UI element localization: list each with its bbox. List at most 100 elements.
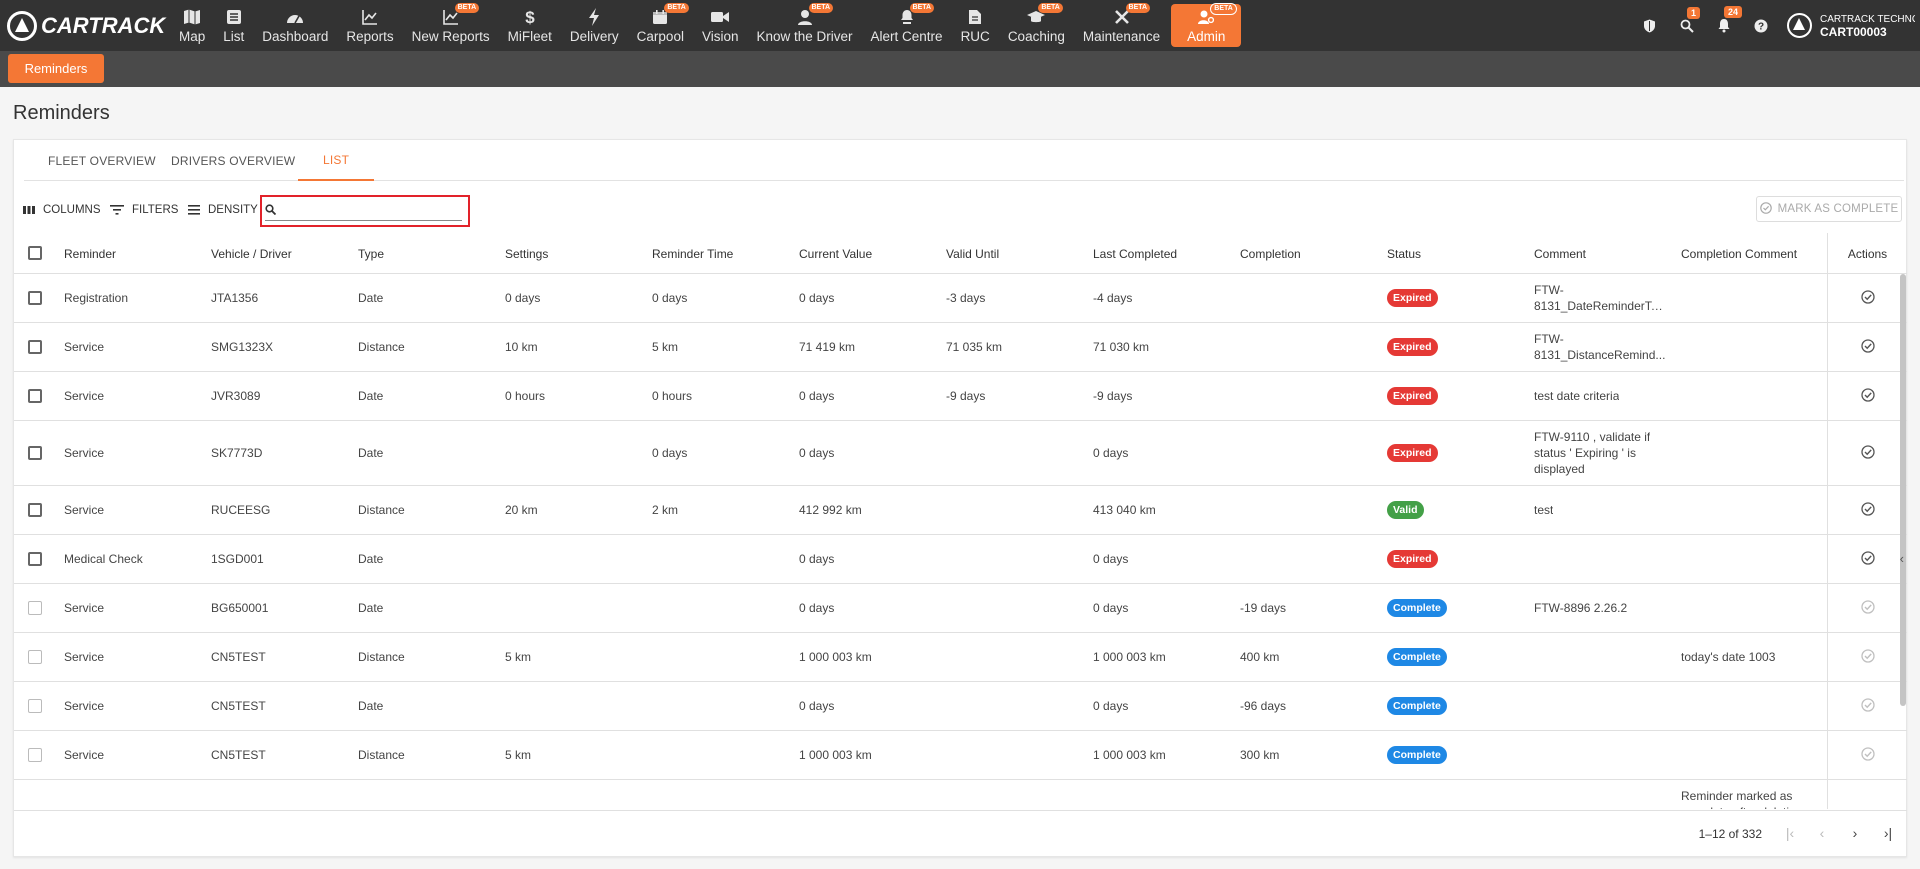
search-count-badge: 1 <box>1687 6 1701 19</box>
nav-item-mifleet[interactable]: $ MiFleet <box>499 0 561 51</box>
nav-item-know-the-driver[interactable]: BETA Know the Driver <box>747 0 861 51</box>
dashboard-icon <box>286 7 304 27</box>
next-page-icon[interactable]: › <box>1845 825 1865 841</box>
user-menu[interactable]: CARTRACK TECHNOL... CART00003 <box>1787 13 1915 39</box>
mark-complete-icon[interactable] <box>1860 599 1875 617</box>
column-header-type[interactable]: Type <box>358 233 384 274</box>
nav-item-delivery[interactable]: Delivery <box>561 0 628 51</box>
cartrack-logo[interactable]: CARTRACK <box>7 10 170 41</box>
column-header-vehicle-driver[interactable]: Vehicle / Driver <box>211 233 292 274</box>
column-header-comment[interactable]: Comment <box>1534 233 1586 274</box>
column-header-reminder-time[interactable]: Reminder Time <box>652 233 733 274</box>
nav-item-alert-centre[interactable]: BETA Alert Centre <box>862 0 952 51</box>
mark-complete-icon[interactable] <box>1860 444 1875 462</box>
table-row[interactable]: Service RUCEESG Distance 20 km 2 km 412 992 k… <box>14 486 1907 535</box>
search-field[interactable] <box>265 201 462 221</box>
cell-text: 0 days <box>1093 699 1129 713</box>
table-row[interactable]: Service CN5TEST Distance 5 km 1 000 003 km 1 … <box>14 731 1907 780</box>
table-row[interactable]: Service CN5TEST Date 0 days 0 days -96 days Co… <box>14 682 1907 731</box>
mark-complete-icon[interactable] <box>1860 501 1875 519</box>
filters-button[interactable]: FILTERS <box>110 204 178 216</box>
graduation-cap-icon: BETA <box>1026 3 1063 27</box>
previous-page-icon[interactable]: ‹ <box>1812 825 1832 841</box>
document-icon <box>968 7 982 27</box>
mark-complete-icon[interactable] <box>1860 338 1875 356</box>
density-button[interactable]: DENSITY <box>188 204 258 216</box>
completion-comment-text: Reminder marked ascomplete after deletin… <box>1681 788 1802 809</box>
bell-icon[interactable]: 24 <box>1705 6 1743 33</box>
column-header-actions[interactable]: Actions <box>1827 233 1907 274</box>
mark-complete-icon[interactable] <box>1860 697 1875 715</box>
nav-item-map[interactable]: Map <box>170 0 214 51</box>
cell-vehicle: RUCEESG <box>211 486 351 534</box>
pagination-text: 1–12 of 332 <box>1698 827 1762 841</box>
table-row[interactable]: Registration JTA1356 Date 0 days 0 days 0 day… <box>14 274 1907 323</box>
column-header-settings[interactable]: Settings <box>505 233 548 274</box>
nav-item-carpool[interactable]: BETA Carpool <box>628 0 693 51</box>
mark-complete-icon[interactable] <box>1860 746 1875 764</box>
column-header-status[interactable]: Status <box>1387 233 1421 274</box>
search-key-icon[interactable]: 1 <box>1668 6 1705 33</box>
nav-item-dashboard[interactable]: Dashboard <box>253 0 337 51</box>
table-row[interactable]: Service SMG1323X Distance 10 km 5 km 71 419 k… <box>14 323 1907 372</box>
cell-text: 0 days <box>652 446 688 460</box>
nav-item-list[interactable]: List <box>214 0 253 51</box>
side-panel-chevron-icon[interactable]: ‹ <box>1900 551 1904 566</box>
nav-item-coaching[interactable]: BETA Coaching <box>999 0 1074 51</box>
select-all-checkbox[interactable] <box>28 246 42 260</box>
list-icon <box>226 7 242 27</box>
search-input[interactable] <box>280 203 455 218</box>
cell-reminder-time <box>652 780 792 809</box>
nav-item-admin[interactable]: BETA Admin <box>1171 3 1242 47</box>
cell-text: 1 000 003 km <box>799 650 872 664</box>
row-checkbox[interactable] <box>28 503 42 517</box>
cell-reminder-time: 0 days <box>652 421 792 485</box>
table-row[interactable]: Service BG650001 Date 0 days 0 days -19 days C… <box>14 584 1907 633</box>
first-page-icon[interactable]: |‹ <box>1780 825 1800 841</box>
column-header-last-completed[interactable]: Last Completed <box>1093 233 1177 274</box>
table-row[interactable]: Service CN5TEST Distance 5 km 1 000 003 km 1 … <box>14 633 1907 682</box>
mark-as-complete-button[interactable]: MARK AS COMPLETE <box>1756 196 1902 222</box>
table-row[interactable]: Reminder marked ascomplete after deletin… <box>14 780 1907 809</box>
row-checkbox[interactable] <box>28 601 42 615</box>
row-checkbox[interactable] <box>28 446 42 460</box>
cell-text: 1 000 003 km <box>1093 650 1166 664</box>
cell-text: Service <box>64 650 105 664</box>
tab-fleet-overview[interactable]: FLEET OVERVIEW <box>48 140 156 181</box>
mark-complete-icon[interactable] <box>1860 550 1875 568</box>
nav-item-new-reports[interactable]: BETA New Reports <box>403 0 499 51</box>
column-header-completion-comment[interactable]: Completion Comment <box>1681 233 1797 274</box>
cell-comment: FTW- 8131_DistanceRemind... <box>1534 323 1674 371</box>
tab-drivers-overview[interactable]: DRIVERS OVERVIEW <box>171 140 295 181</box>
row-checkbox[interactable] <box>28 389 42 403</box>
row-checkbox[interactable] <box>28 699 42 713</box>
row-checkbox[interactable] <box>28 748 42 762</box>
cell-current: 412 992 km <box>799 486 939 534</box>
columns-button[interactable]: COLUMNS <box>23 204 101 216</box>
table-row[interactable]: Medical Check 1SGD001 Date 0 days 0 days Expi… <box>14 535 1907 584</box>
last-page-icon[interactable]: ›| <box>1878 825 1898 841</box>
nav-item-reports[interactable]: Reports <box>337 0 402 51</box>
table-row[interactable]: Service SK7773D Date 0 days 0 days 0 days Expi… <box>14 421 1907 486</box>
reminders-subnav-button[interactable]: Reminders <box>8 54 104 83</box>
row-checkbox[interactable] <box>28 340 42 354</box>
table-row[interactable]: Service JVR3089 Date 0 hours 0 hours 0 days -9… <box>14 372 1907 421</box>
column-header-reminder[interactable]: Reminder <box>64 233 116 274</box>
tab-list[interactable]: LIST <box>298 140 375 181</box>
column-header-current-value[interactable]: Current Value <box>799 233 872 274</box>
row-checkbox[interactable] <box>28 650 42 664</box>
column-header-completion[interactable]: Completion <box>1240 233 1301 274</box>
nav-item-maintenance[interactable]: BETA Maintenance <box>1074 0 1169 51</box>
row-checkbox[interactable] <box>28 552 42 566</box>
table-scrollbar[interactable] <box>1900 274 1906 706</box>
nav-item-vision[interactable]: Vision <box>693 0 748 51</box>
nav-item-ruc[interactable]: RUC <box>952 0 999 51</box>
column-header-valid-until[interactable]: Valid Until <box>946 233 999 274</box>
shield-icon[interactable] <box>1631 19 1668 33</box>
row-actions <box>1827 584 1907 632</box>
mark-complete-icon[interactable] <box>1860 648 1875 666</box>
mark-complete-icon[interactable] <box>1860 289 1875 307</box>
row-checkbox[interactable] <box>28 291 42 305</box>
mark-complete-icon[interactable] <box>1860 387 1875 405</box>
help-icon[interactable]: ? <box>1742 19 1779 33</box>
